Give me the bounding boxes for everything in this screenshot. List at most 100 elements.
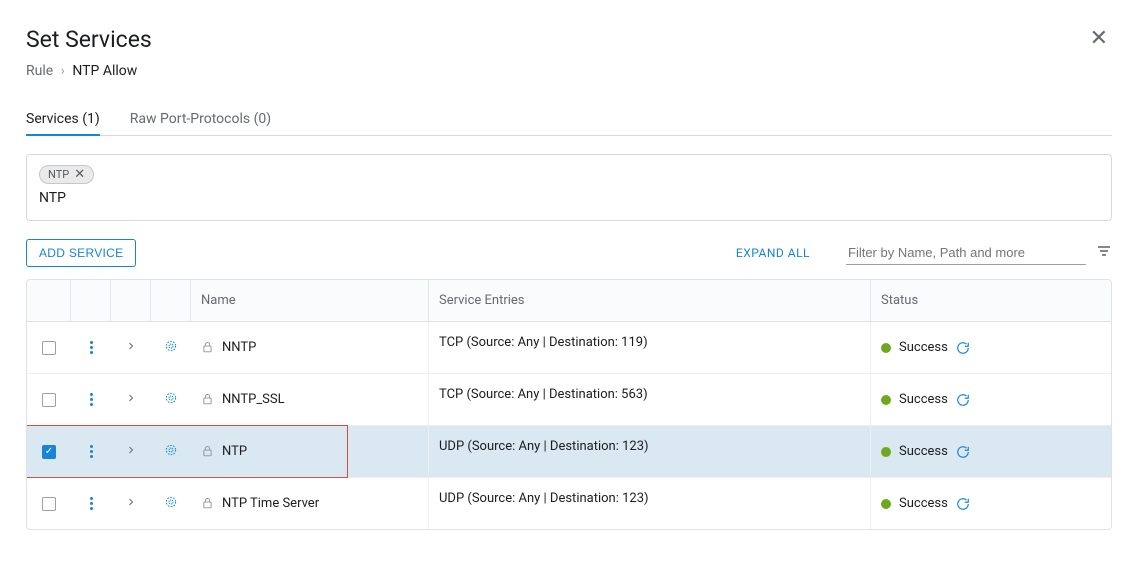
- filter-chip[interactable]: NTP ✕: [39, 165, 94, 184]
- row-entries: UDP (Source: Any | Destination: 123): [439, 491, 649, 506]
- row-entries: UDP (Source: Any | Destination: 123): [439, 439, 649, 454]
- breadcrumb: Rule › NTP Allow: [26, 63, 152, 79]
- status-dot-icon: [881, 447, 891, 457]
- row-status-cell: Success: [871, 478, 1111, 529]
- col-label: Name: [201, 293, 236, 308]
- col-expand: [111, 280, 151, 321]
- row-status-cell: Success: [871, 426, 1111, 477]
- row-entries-cell: TCP (Source: Any | Destination: 119): [429, 322, 871, 373]
- chevron-right-icon[interactable]: [125, 392, 137, 408]
- row-name-cell: NNTP_SSL: [191, 374, 429, 425]
- row-type-icon-cell: [151, 478, 191, 529]
- row-expand-cell: [111, 478, 151, 529]
- row-status: Success: [899, 392, 948, 407]
- table-row[interactable]: ✓ NTP UDP (Source: Any | Destination: 12…: [27, 426, 1111, 478]
- chevron-right-icon[interactable]: [125, 496, 137, 512]
- row-type-icon-cell: [151, 426, 191, 477]
- tab-label: Raw Port-Protocols: [130, 111, 250, 127]
- row-name-cell: NTP: [191, 426, 429, 477]
- row-status-cell: Success: [871, 322, 1111, 373]
- row-menu-cell: [71, 374, 111, 425]
- service-icon: [163, 442, 179, 462]
- checkbox[interactable]: ✓: [42, 445, 56, 459]
- row-menu-cell: [71, 322, 111, 373]
- table-row[interactable]: NTP Time Server UDP (Source: Any | Desti…: [27, 478, 1111, 529]
- col-name-header: Name: [191, 280, 429, 321]
- row-entries: TCP (Source: Any | Destination: 563): [439, 387, 648, 402]
- tab-services[interactable]: Services (1): [26, 103, 100, 135]
- row-name: NTP Time Server: [222, 496, 319, 511]
- col-icon: [151, 280, 191, 321]
- tab-label: Services: [26, 111, 79, 127]
- row-type-icon-cell: [151, 322, 191, 373]
- refresh-icon[interactable]: [956, 445, 970, 459]
- table-row[interactable]: NNTP TCP (Source: Any | Destination: 119…: [27, 322, 1111, 374]
- close-icon[interactable]: ✕: [74, 167, 85, 182]
- row-checkbox-cell: [27, 322, 71, 373]
- status-dot-icon: [881, 343, 891, 353]
- status-dot-icon: [881, 499, 891, 509]
- row-type-icon-cell: [151, 374, 191, 425]
- kebab-icon[interactable]: [86, 387, 97, 412]
- row-menu-cell: [71, 478, 111, 529]
- row-name: NNTP_SSL: [222, 392, 285, 407]
- kebab-icon[interactable]: [86, 491, 97, 516]
- kebab-icon[interactable]: [86, 335, 97, 360]
- filter-box: NTP ✕ NTP: [26, 154, 1112, 221]
- tab-count: 0: [258, 111, 266, 127]
- refresh-icon[interactable]: [956, 393, 970, 407]
- breadcrumb-root[interactable]: Rule: [26, 63, 53, 79]
- filter-icon[interactable]: [1096, 243, 1112, 263]
- row-name-cell: NTP Time Server: [191, 478, 429, 529]
- close-icon[interactable]: ✕: [1086, 26, 1112, 51]
- add-service-button[interactable]: ADD SERVICE: [26, 239, 136, 267]
- chevron-right-icon[interactable]: [125, 340, 137, 356]
- col-status-header: Status: [871, 280, 1111, 321]
- filter-input[interactable]: [846, 241, 1086, 264]
- lock-icon: [201, 393, 214, 406]
- lock-icon: [201, 445, 214, 458]
- tab-bar: Services (1) Raw Port-Protocols (0): [26, 103, 1112, 136]
- col-actions: [71, 280, 111, 321]
- refresh-icon[interactable]: [956, 497, 970, 511]
- lock-icon: [201, 341, 214, 354]
- row-status: Success: [899, 496, 948, 511]
- table-header: Name Service Entries Status: [27, 280, 1111, 322]
- service-icon: [163, 338, 179, 358]
- kebab-icon[interactable]: [86, 439, 97, 464]
- row-entries-cell: UDP (Source: Any | Destination: 123): [429, 426, 871, 477]
- row-entries-cell: UDP (Source: Any | Destination: 123): [429, 478, 871, 529]
- row-checkbox-cell: ✓: [27, 426, 71, 477]
- page-title: Set Services: [26, 26, 152, 53]
- row-expand-cell: [111, 426, 151, 477]
- checkbox[interactable]: [42, 497, 56, 511]
- lock-icon: [201, 497, 214, 510]
- row-status: Success: [899, 340, 948, 355]
- row-checkbox-cell: [27, 478, 71, 529]
- chevron-right-icon[interactable]: [125, 444, 137, 460]
- status-dot-icon: [881, 395, 891, 405]
- filter-text[interactable]: NTP: [39, 190, 1099, 206]
- table-row[interactable]: NNTP_SSL TCP (Source: Any | Destination:…: [27, 374, 1111, 426]
- expand-all-button[interactable]: EXPAND ALL: [736, 246, 810, 260]
- checkbox[interactable]: [42, 393, 56, 407]
- service-icon: [163, 494, 179, 514]
- filter-chip-label: NTP: [48, 168, 69, 181]
- refresh-icon[interactable]: [956, 341, 970, 355]
- chevron-right-icon: ›: [61, 63, 65, 79]
- checkbox[interactable]: [42, 341, 56, 355]
- row-status: Success: [899, 444, 948, 459]
- col-label: Service Entries: [439, 293, 525, 308]
- col-label: Status: [881, 293, 918, 308]
- tab-raw-port-protocols[interactable]: Raw Port-Protocols (0): [130, 103, 271, 135]
- row-menu-cell: [71, 426, 111, 477]
- col-entries-header: Service Entries: [429, 280, 871, 321]
- row-expand-cell: [111, 374, 151, 425]
- service-icon: [163, 390, 179, 410]
- row-checkbox-cell: [27, 374, 71, 425]
- row-status-cell: Success: [871, 374, 1111, 425]
- breadcrumb-current: NTP Allow: [72, 63, 137, 79]
- row-entries-cell: TCP (Source: Any | Destination: 563): [429, 374, 871, 425]
- tab-count: 1: [87, 111, 95, 127]
- col-checkbox: [27, 280, 71, 321]
